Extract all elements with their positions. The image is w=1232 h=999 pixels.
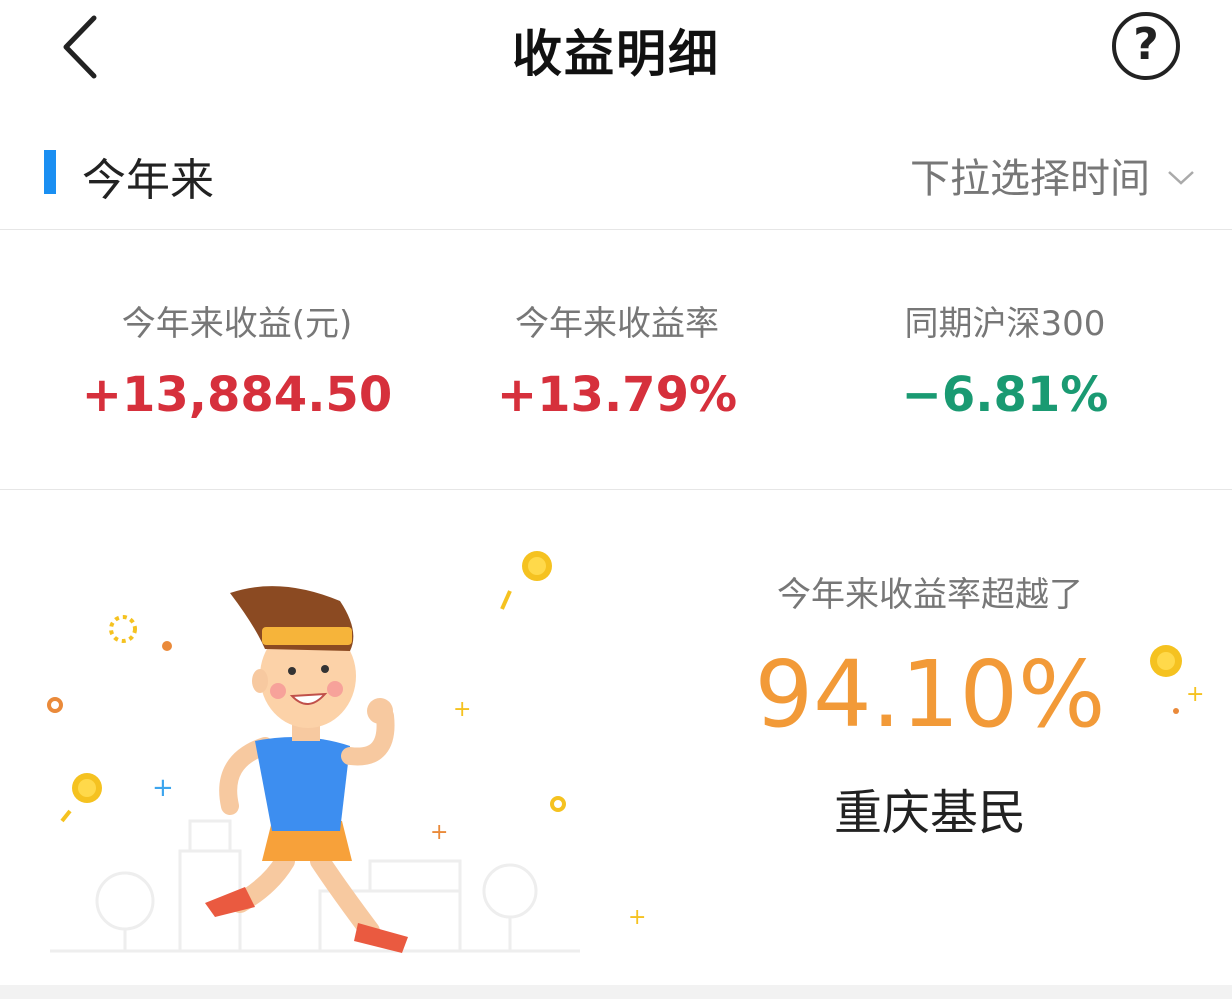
stat-label: 今年来收益(元) xyxy=(121,304,353,344)
svg-text:+: + xyxy=(453,697,471,722)
period-row: 今年来 下拉选择时间 xyxy=(0,120,1232,230)
nav-bar: 收益明细 ? xyxy=(0,0,1232,96)
runner-illustration: + + + + xyxy=(47,551,646,953)
period-label: 今年来 xyxy=(82,155,214,206)
stat-ytd-rate: 今年来收益率 +13.79% xyxy=(412,296,822,423)
svg-text:+: + xyxy=(628,905,646,930)
period-dropdown[interactable]: 下拉选择时间 xyxy=(910,146,1196,204)
stat-value: −6.81% xyxy=(901,367,1109,423)
stat-label: 同期沪深300 xyxy=(904,304,1106,344)
stat-csi300: 同期沪深300 −6.81% xyxy=(800,296,1210,423)
svg-text:+: + xyxy=(1186,682,1204,707)
footer-divider xyxy=(0,985,1232,999)
beat-label: 今年来收益率超越了 xyxy=(777,575,1083,615)
help-icon[interactable]: ? xyxy=(1112,12,1180,80)
period-dropdown-label: 下拉选择时间 xyxy=(910,156,1150,202)
ranking-section: + + + + 今年来收益率超越了 94.10% 重庆基民 + xyxy=(0,491,1232,985)
svg-text:+: + xyxy=(430,820,448,845)
page-title: 收益明细 xyxy=(512,25,720,83)
section-marker xyxy=(44,150,56,194)
stat-value: +13.79% xyxy=(496,367,738,423)
stat-label: 今年来收益率 xyxy=(515,304,719,344)
stat-ytd-profit: 今年来收益(元) +13,884.50 xyxy=(32,296,442,423)
coin-decoration: + xyxy=(1150,645,1204,714)
svg-text:+: + xyxy=(152,773,174,803)
stats-panel: 今年来收益(元) +13,884.50 今年来收益率 +13.79% 同期沪深3… xyxy=(0,232,1232,490)
stat-value: +13,884.50 xyxy=(81,367,393,423)
chevron-down-icon xyxy=(1168,171,1194,185)
beat-group-name: 重庆基民 xyxy=(833,785,1026,841)
beat-percentage: 94.10% xyxy=(754,641,1106,748)
